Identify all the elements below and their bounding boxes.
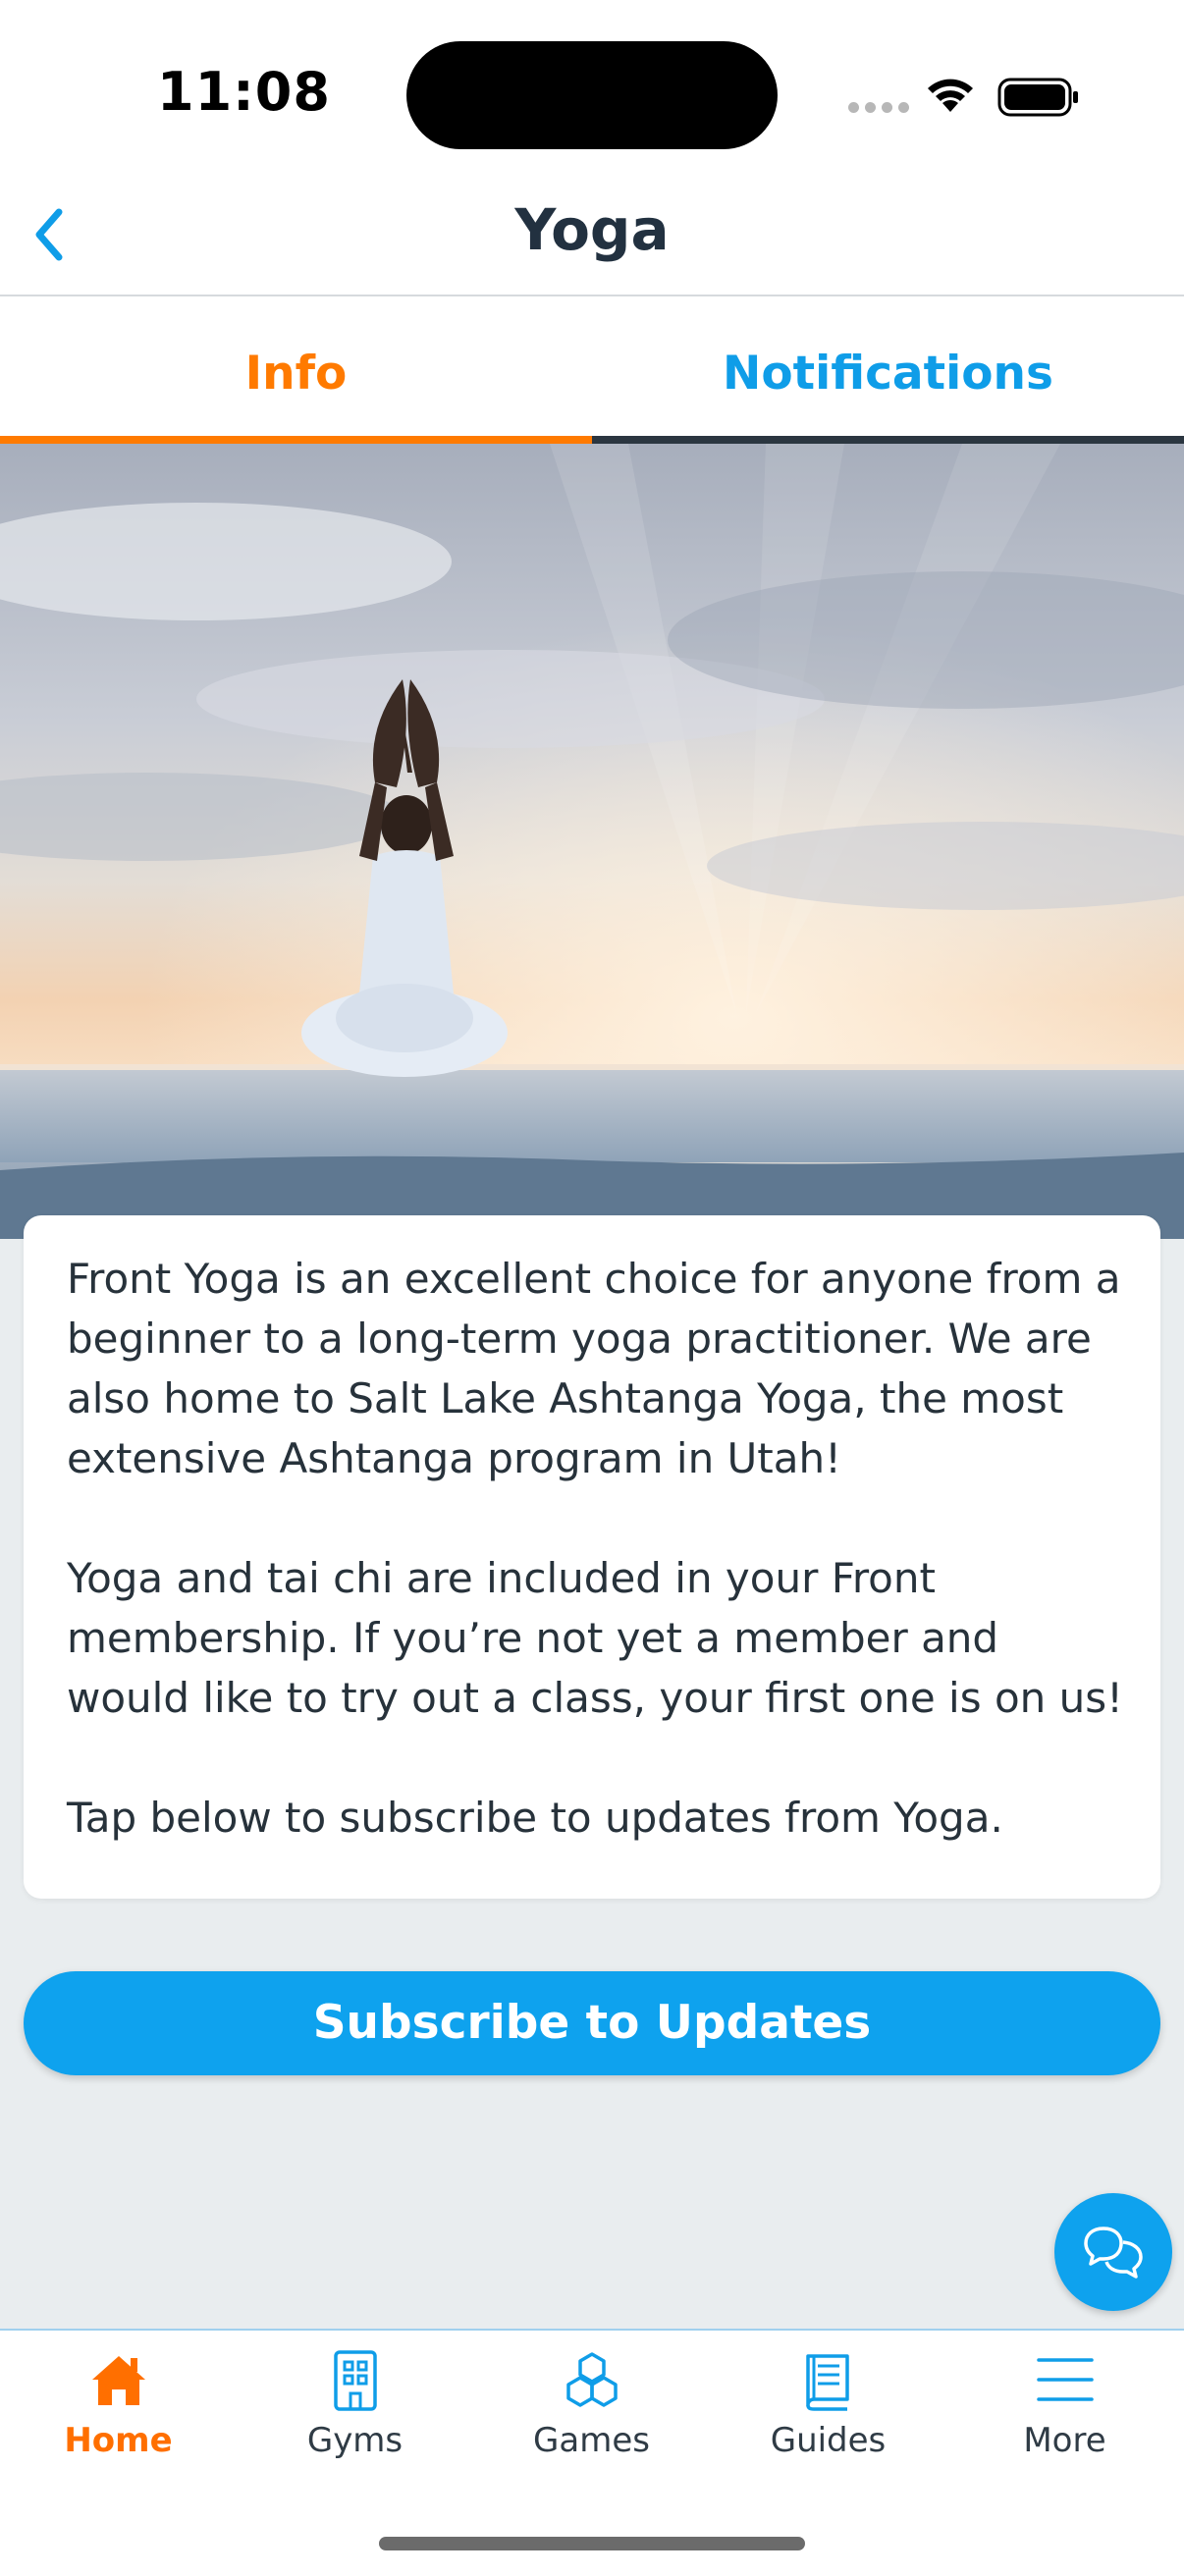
- tab-info[interactable]: Info: [0, 296, 592, 444]
- nav-item-more[interactable]: More: [946, 2331, 1183, 2478]
- nav-label-games: Games: [533, 2421, 650, 2460]
- description-paragraph-1: Front Yoga is an excellent choice for an…: [67, 1255, 1121, 1482]
- description-paragraph-2: Yoga and tai chi are included in your Fr…: [67, 1554, 1123, 1722]
- tab-notifications[interactable]: Notifications: [592, 296, 1184, 444]
- status-bar: 11:08: [0, 0, 1184, 177]
- building-icon: [334, 2350, 377, 2411]
- nav-label-more: More: [1023, 2421, 1106, 2460]
- home-icon: [92, 2356, 145, 2405]
- nav-label-home: Home: [64, 2421, 173, 2460]
- nav-item-guides[interactable]: Guides: [710, 2331, 946, 2478]
- chat-bubbles-icon: [1084, 2227, 1143, 2279]
- cellular-signal-icon: [848, 102, 909, 113]
- hexagons-icon: [566, 2352, 618, 2407]
- wifi-icon: [928, 79, 973, 112]
- page-title: Yoga: [514, 196, 670, 263]
- home-indicator: [379, 2537, 805, 2550]
- status-time: 11:08: [157, 61, 331, 123]
- description-card: Front Yoga is an excellent choice for an…: [24, 1215, 1160, 1899]
- chat-button[interactable]: [1054, 2193, 1172, 2311]
- hero-image: [0, 444, 1184, 1239]
- nav-item-home[interactable]: Home: [0, 2331, 237, 2478]
- subscribe-button[interactable]: Subscribe to Updates: [24, 1971, 1160, 2075]
- segmented-tabs: Info Notifications: [0, 296, 1184, 444]
- book-icon: [806, 2354, 849, 2411]
- battery-icon: [997, 78, 1078, 117]
- nav-item-gyms[interactable]: Gyms: [237, 2331, 473, 2478]
- nav-label-gyms: Gyms: [306, 2421, 404, 2460]
- nav-label-guides: Guides: [770, 2421, 887, 2460]
- nav-item-games[interactable]: Games: [473, 2331, 710, 2478]
- description-paragraph-3: Tap below to subscribe to updates from Y…: [67, 1794, 1003, 1842]
- navigation-bar: Yoga: [0, 177, 1184, 296]
- description-text: Front Yoga is an excellent choice for an…: [67, 1249, 1127, 1848]
- dynamic-island: [406, 41, 778, 149]
- menu-icon: [1037, 2358, 1094, 2401]
